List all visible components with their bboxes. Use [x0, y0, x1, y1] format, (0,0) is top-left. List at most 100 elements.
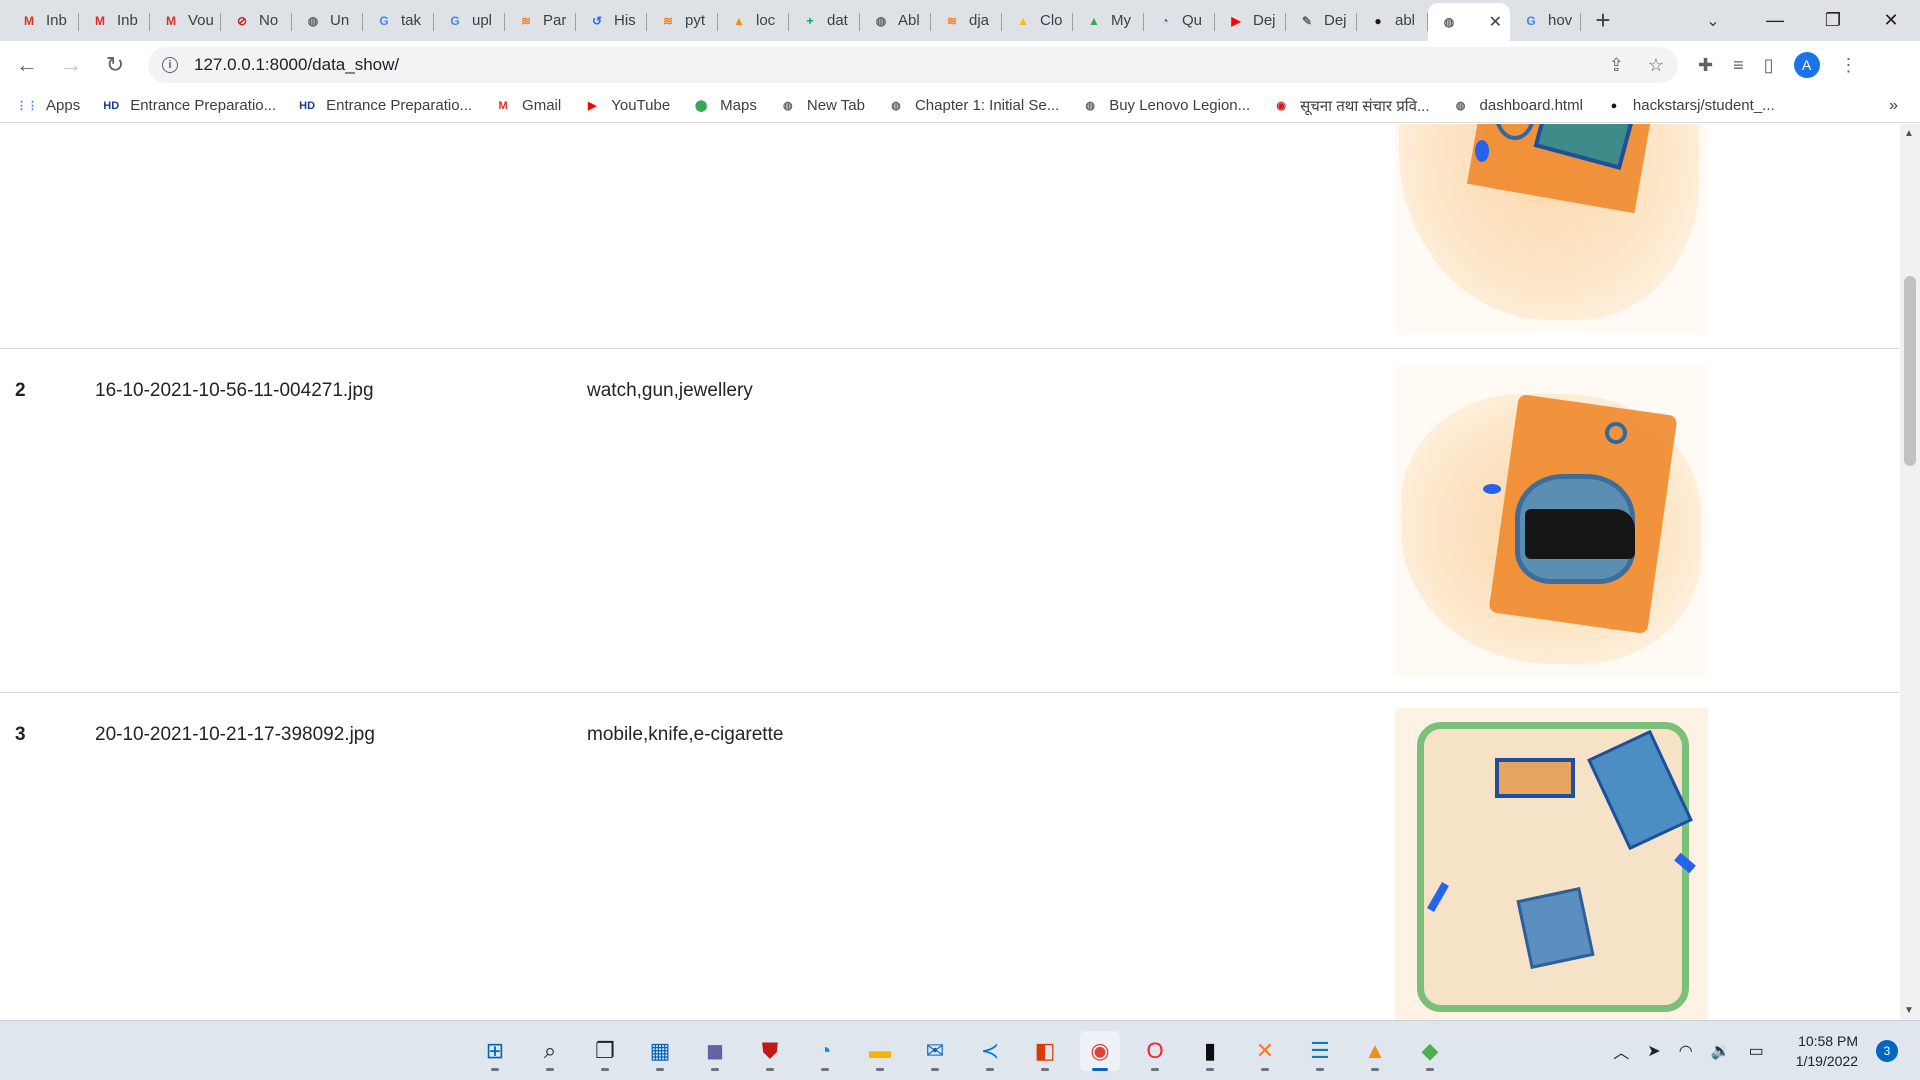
share-icon[interactable]: ⇪ — [1609, 55, 1624, 76]
browser-tab[interactable]: ↺ His — [576, 4, 647, 38]
extensions-puzzle-icon[interactable]: ✚ — [1698, 55, 1713, 76]
tab-title: dja — [969, 12, 990, 29]
task-view-icon[interactable]: ❐ — [585, 1031, 625, 1071]
mcafee-icon[interactable]: ⛊ — [750, 1031, 790, 1071]
running-indicator — [1092, 1068, 1108, 1071]
globe-icon: ◍ — [783, 100, 793, 112]
restore-icon[interactable]: ❐ — [1804, 0, 1862, 41]
search-icon[interactable]: ⌕ — [530, 1031, 570, 1071]
window-controls: — ❐ ✕ — [1746, 0, 1920, 41]
bookmark-item[interactable]: ◍ dashboard.html — [1452, 97, 1583, 115]
office-icon[interactable]: ◧ — [1025, 1031, 1065, 1071]
browser-tab[interactable]: ▲ My — [1073, 4, 1144, 38]
forward-arrow-icon[interactable]: → — [54, 48, 88, 82]
widgets-icon[interactable]: ▦ — [640, 1031, 680, 1071]
browser-tab[interactable]: ≋ Par — [505, 4, 576, 38]
browser-tab[interactable]: ◔ Qu — [1144, 4, 1215, 38]
more-bookmarks-icon[interactable]: » — [1889, 97, 1898, 115]
vlc-icon[interactable]: ▲ — [1355, 1031, 1395, 1071]
taskbar-apps: ⊞ ⌕ ❐ ▦ ◼ ⛊ ◔ ▬ ✉ ≺ ◧ ◉ O ▮ ✕ ☰ ▲ ◆ — [475, 1021, 1450, 1080]
bookmark-item[interactable]: ◍ Chapter 1: Initial Se... — [887, 97, 1059, 115]
globe-icon: ◍ — [891, 100, 901, 112]
bookmark-star-icon[interactable]: ☆ — [1648, 55, 1664, 76]
scroll-up-arrow-icon[interactable]: ▲ — [1904, 128, 1914, 139]
browser-tab[interactable]: ✎ Dej — [1286, 4, 1357, 38]
scroll-down-arrow-icon[interactable]: ▼ — [1904, 1005, 1914, 1016]
bookmark-item[interactable]: ◍ Buy Lenovo Legion... — [1081, 97, 1250, 115]
terminal-icon[interactable]: ▮ — [1190, 1031, 1230, 1071]
reload-icon[interactable]: ↻ — [98, 48, 132, 82]
back-arrow-icon[interactable]: ← — [10, 48, 44, 82]
site-info-icon[interactable]: i — [162, 57, 178, 73]
file-explorer-icon[interactable]: ▬ — [860, 1031, 900, 1071]
bookmark-label: New Tab — [806, 97, 865, 114]
tab-title: No — [259, 12, 279, 29]
bookmark-item[interactable]: ◍ New Tab — [779, 97, 865, 115]
browser-tab[interactable]: ⊘ No — [221, 4, 292, 38]
volume-icon[interactable]: 🔉 — [1711, 1041, 1731, 1061]
chrome-icon[interactable]: ◉ — [1080, 1031, 1120, 1071]
address-url[interactable]: 127.0.0.1:8000/data_show/ — [194, 55, 399, 75]
new-tab-button[interactable]: + — [1585, 4, 1621, 38]
browser-tab[interactable]: ◍ Un — [292, 4, 363, 38]
browser-tab[interactable]: ● abl — [1357, 4, 1428, 38]
browser-tab[interactable]: M Inb — [79, 4, 150, 38]
wifi-icon[interactable]: ◠ — [1679, 1041, 1693, 1061]
minimize-icon[interactable]: — — [1746, 0, 1804, 41]
scrollbar-thumb[interactable] — [1904, 276, 1916, 466]
bookmark-item[interactable]: M Gmail — [494, 97, 561, 115]
browser-tab[interactable]: M Inb — [8, 4, 79, 38]
system-tray: ︿ ➤ ◠ 🔉 ▭ 10:58 PM 1/19/2022 3 — [1613, 1021, 1898, 1080]
bookmark-item[interactable]: ▶ YouTube — [583, 97, 670, 115]
xampp-icon[interactable]: ✕ — [1245, 1031, 1285, 1071]
edge-icon[interactable]: ◔ — [805, 1031, 845, 1071]
vscode-icon[interactable]: ≺ — [970, 1031, 1010, 1071]
xray-image — [1395, 124, 1708, 333]
google-icon: G — [1526, 13, 1536, 28]
browser-tab[interactable]: ▶ Dej — [1215, 4, 1286, 38]
browser-tab[interactable]: Gupl — [434, 4, 505, 38]
opera-icon[interactable]: O — [1135, 1031, 1175, 1071]
browser-tab[interactable]: Gtak — [363, 4, 434, 38]
clock[interactable]: 10:58 PM 1/19/2022 — [1796, 1031, 1858, 1071]
tab-search-icon[interactable]: ⌄ — [1698, 6, 1728, 36]
battery-icon[interactable]: ▭ — [1749, 1041, 1764, 1061]
menu-kebab-icon[interactable]: ⋮ — [1840, 55, 1858, 76]
mail-icon[interactable]: ✉ — [915, 1031, 955, 1071]
bookmark-item[interactable]: HD Entrance Preparatio... — [102, 97, 276, 115]
browser-tab[interactable]: ≋ dja — [931, 4, 1002, 38]
location-icon[interactable]: ➤ — [1647, 1041, 1660, 1061]
google-icon: G — [450, 13, 460, 28]
tab-title: abl — [1395, 12, 1416, 29]
notepad-icon[interactable]: ☰ — [1300, 1031, 1340, 1071]
browser-tab[interactable]: Ghov — [1510, 4, 1581, 38]
dev-icon[interactable]: ◆ — [1410, 1031, 1450, 1071]
browser-tab[interactable]: ▲ loc — [718, 4, 789, 38]
notification-badge[interactable]: 3 — [1876, 1040, 1898, 1062]
show-hidden-icons-chevron-icon[interactable]: ︿ — [1613, 1039, 1629, 1063]
tab-strip: M Inb M Inb M Vou ⊘ No ◍ Un Gtak Gupl ≋ Par ↺ His ≋ pyt ▲ l… — [0, 0, 1920, 41]
page-scrollbar[interactable]: ▲ ▼ — [1900, 124, 1920, 1020]
browser-tab[interactable]: + dat — [789, 4, 860, 38]
browser-tab[interactable]: ◍ Abl — [860, 4, 931, 38]
browser-tab[interactable]: ◍ ✕ — [1428, 3, 1510, 41]
side-panel-icon[interactable]: ▯ — [1764, 55, 1774, 76]
bookmark-item[interactable]: HD Entrance Preparatio... — [298, 97, 472, 115]
start-icon[interactable]: ⊞ — [475, 1031, 515, 1071]
close-tab-icon[interactable]: ✕ — [1489, 12, 1502, 32]
browser-tab[interactable]: ▲ Clo — [1002, 4, 1073, 38]
media-queue-icon[interactable]: ≡ — [1733, 55, 1744, 76]
bookmark-item[interactable]: ⬤ Maps — [692, 97, 757, 115]
bookmark-item[interactable]: ⋮⋮ Apps — [16, 97, 80, 115]
address-bar[interactable]: i 127.0.0.1:8000/data_show/ ⇪ ☆ — [148, 47, 1678, 83]
profile-avatar[interactable]: A — [1793, 52, 1820, 78]
emblem-icon: ◉ — [1276, 100, 1286, 112]
teams-chat-icon[interactable]: ◼ — [695, 1031, 735, 1071]
close-window-icon[interactable]: ✕ — [1862, 0, 1920, 41]
bookmark-item[interactable]: ● hackstarsj/student_... — [1605, 97, 1775, 115]
bookmark-item[interactable]: ◉ सूचना तथा संचार प्रवि... — [1272, 96, 1429, 116]
browser-tab[interactable]: M Vou — [150, 4, 221, 38]
image-cell — [1395, 693, 1900, 1020]
browser-tab[interactable]: ≋ pyt — [647, 4, 718, 38]
page-content: 2 16-10-2021-10-56-11-004271.jpg watch,gun… — [0, 124, 1900, 1020]
